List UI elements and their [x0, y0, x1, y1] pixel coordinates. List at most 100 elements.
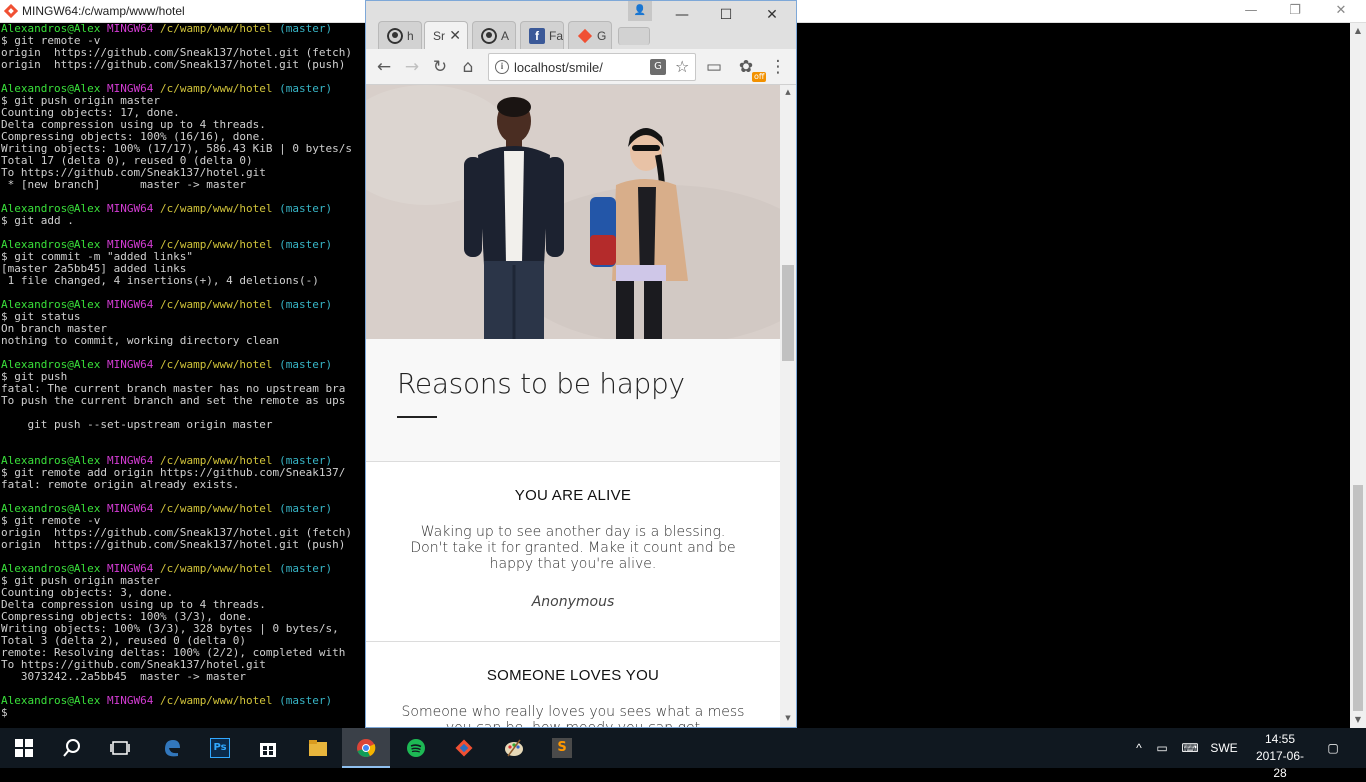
- prompt-path: /c/wamp/www/hotel: [159, 298, 273, 311]
- couple-photo-icon: [366, 85, 780, 339]
- reason-body: Waking up to see another day is a blessi…: [410, 524, 736, 572]
- terminal-restore-button[interactable]: ❐: [1272, 0, 1318, 23]
- chrome-minimize-button[interactable]: —: [662, 4, 702, 26]
- chrome-close-button[interactable]: ✕: [752, 4, 792, 26]
- reason-card: YOU ARE ALIVE Waking up to see another d…: [366, 461, 780, 641]
- keyboard-icon[interactable]: ⌨: [1176, 728, 1204, 768]
- hero-image: [366, 85, 780, 339]
- tab-smile[interactable]: Sr ✕: [424, 21, 468, 49]
- translate-icon[interactable]: G: [650, 59, 666, 75]
- task-view-icon: [110, 741, 130, 755]
- taskbar-sublime[interactable]: S: [538, 728, 586, 768]
- reload-icon[interactable]: ↻: [428, 55, 452, 79]
- prompt-user: Alexandros@Alex: [1, 694, 101, 707]
- profile-icon[interactable]: 👤: [628, 1, 652, 21]
- chrome-tabstrip: h Sr ✕ A f Fa G 👤 — ☐ ✕: [366, 1, 796, 49]
- language-indicator[interactable]: SWE: [1206, 728, 1242, 768]
- prompt-path: /c/wamp/www/hotel: [159, 202, 273, 215]
- tab-close-icon[interactable]: ✕: [449, 27, 461, 44]
- prompt-host: MINGW64: [106, 502, 154, 515]
- page-title: Reasons to be happy: [397, 367, 685, 400]
- prompt-branch: (master): [279, 82, 333, 95]
- taskbar-spotify[interactable]: [392, 728, 440, 768]
- git-bash-icon: [4, 4, 18, 18]
- prompt-branch: (master): [279, 23, 333, 35]
- prompt-host: MINGW64: [106, 694, 154, 707]
- tab-facebook[interactable]: f Fa: [520, 21, 564, 49]
- tab-github-2[interactable]: A: [472, 21, 516, 49]
- edge-icon: [165, 740, 180, 757]
- scroll-down-arrow-icon[interactable]: ▼: [780, 711, 796, 725]
- prompt-host: MINGW64: [106, 23, 154, 35]
- taskbar-chrome[interactable]: [342, 728, 390, 768]
- prompt-path: /c/wamp/www/hotel: [159, 694, 273, 707]
- tab-github-1[interactable]: h: [378, 21, 422, 49]
- page-viewport[interactable]: Reasons to be happy YOU ARE ALIVE Waking…: [366, 85, 780, 727]
- terminal-scroll-thumb[interactable]: [1353, 485, 1363, 711]
- terminal-output-line: $ git add .: [1, 214, 74, 227]
- taskbar-store[interactable]: [244, 728, 292, 768]
- terminal-output-line: To push the current branch and set the r…: [1, 394, 346, 407]
- home-icon[interactable]: ⌂: [456, 55, 480, 79]
- prompt-path: /c/wamp/www/hotel: [159, 502, 273, 515]
- terminal-scrollbar[interactable]: ▲ ▼: [1350, 23, 1366, 728]
- chrome-maximize-button[interactable]: ☐: [706, 4, 746, 26]
- scroll-down-arrow-icon[interactable]: ▼: [1350, 712, 1366, 728]
- battery-icon[interactable]: ▭: [1152, 728, 1172, 768]
- address-bar[interactable]: i localhost/smile/ G ☆: [488, 53, 696, 81]
- taskbar-sourcetree[interactable]: [440, 728, 488, 768]
- forward-arrow-icon[interactable]: →: [400, 55, 424, 79]
- paint-icon: [505, 739, 523, 757]
- taskbar-file-explorer[interactable]: [294, 728, 342, 768]
- terminal-minimize-button[interactable]: —: [1228, 0, 1274, 23]
- task-view-button[interactable]: [96, 728, 144, 768]
- clock[interactable]: 14:55 2017-06-28: [1250, 731, 1310, 782]
- prompt-branch: (master): [279, 202, 333, 215]
- photoshop-icon: Ps: [210, 738, 230, 758]
- terminal-output-line: git push --set-upstream origin master: [1, 418, 273, 431]
- chrome-window: h Sr ✕ A f Fa G 👤 — ☐ ✕ ← → ↻ ⌂ i localh…: [365, 0, 797, 728]
- info-icon[interactable]: i: [495, 60, 509, 74]
- prompt-branch: (master): [279, 298, 333, 311]
- reason-title: SOMEONE LOVES YOU: [486, 667, 660, 684]
- prompt-path: /c/wamp/www/hotel: [159, 23, 273, 35]
- menu-dots-icon[interactable]: ⋮: [766, 55, 790, 79]
- taskbar-photoshop[interactable]: Ps: [196, 728, 244, 768]
- git-icon: [577, 28, 593, 44]
- terminal-output-line: * [new branch] master -> master: [1, 178, 247, 191]
- back-arrow-icon[interactable]: ←: [372, 55, 396, 79]
- clock-time: 14:55: [1264, 732, 1296, 746]
- prompt-branch: (master): [279, 358, 333, 371]
- scroll-up-arrow-icon[interactable]: ▲: [780, 85, 796, 99]
- search-button[interactable]: [48, 728, 96, 768]
- taskbar-edge[interactable]: [148, 728, 196, 768]
- facebook-icon: f: [529, 28, 545, 44]
- new-tab-button[interactable]: [618, 27, 650, 45]
- tab-git[interactable]: G: [568, 21, 612, 49]
- search-icon: [63, 739, 80, 757]
- terminal-output-line: 1 file changed, 4 insertions(+), 4 delet…: [1, 274, 319, 287]
- terminal-output: Alexandros@Alex MINGW64 /c/wamp/www/hote…: [1, 23, 371, 719]
- reason-body: Someone who really loves you sees what a…: [401, 704, 745, 727]
- extension-off-badge: off: [752, 72, 767, 82]
- scroll-up-arrow-icon[interactable]: ▲: [1350, 23, 1366, 39]
- notifications-icon[interactable]: ▢: [1320, 728, 1346, 768]
- terminal-prompt-line: Alexandros@Alex MINGW64 /c/wamp/www/hote…: [1, 695, 371, 707]
- clock-date: 2017-06-28: [1255, 749, 1305, 780]
- chrome-toolbar: ← → ↻ ⌂ i localhost/smile/ G ☆ ▭ ✿ off ⋮: [366, 49, 796, 85]
- prompt-host: MINGW64: [106, 298, 154, 311]
- prompt-path: /c/wamp/www/hotel: [159, 358, 273, 371]
- spotify-icon: [407, 739, 425, 757]
- terminal-title: MINGW64:/c/wamp/www/hotel: [22, 4, 185, 18]
- prompt-branch: (master): [279, 502, 333, 515]
- sublime-text-icon: S: [552, 738, 572, 758]
- page-scrollbar[interactable]: ▲ ▼: [780, 85, 796, 727]
- taskbar-paint[interactable]: [490, 728, 538, 768]
- url-text[interactable]: localhost/smile/: [514, 60, 603, 75]
- start-button[interactable]: [0, 728, 48, 768]
- cast-icon[interactable]: ▭: [702, 55, 726, 79]
- terminal-close-button[interactable]: ✕: [1318, 0, 1364, 23]
- page-scroll-thumb[interactable]: [782, 265, 794, 361]
- show-hidden-icons-chevron-icon[interactable]: ^: [1130, 728, 1148, 768]
- bookmark-star-icon[interactable]: ☆: [675, 57, 689, 76]
